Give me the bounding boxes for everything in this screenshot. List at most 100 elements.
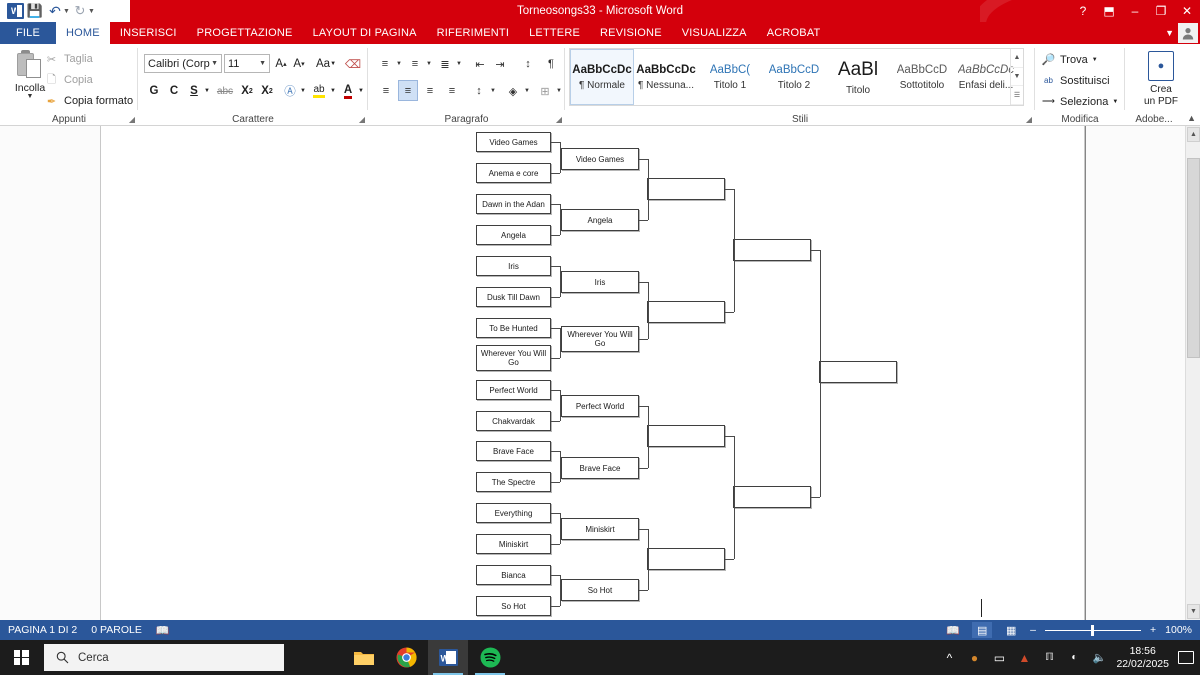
shrink-font-button[interactable]: A ▾ bbox=[290, 54, 308, 74]
print-layout-button[interactable]: ▤ bbox=[972, 622, 993, 638]
line-spacing-button[interactable]: ↕ bbox=[470, 81, 488, 101]
bullets-button[interactable]: ≡ bbox=[376, 54, 394, 74]
collapse-ribbon-button[interactable]: ▲ bbox=[1187, 113, 1196, 123]
ribbon-tab-acrobat[interactable]: ACROBAT bbox=[757, 22, 831, 44]
clipboard-dialog-launcher[interactable]: ◢ bbox=[129, 115, 135, 124]
bracket-box-round1-7[interactable]: Wherever You Will Go bbox=[476, 345, 551, 371]
borders-caret[interactable]: ▼ bbox=[554, 81, 564, 101]
spotify-icon[interactable] bbox=[470, 640, 510, 675]
bracket-box-round3-2[interactable] bbox=[647, 425, 725, 447]
bracket-box-round1-12[interactable]: Everything bbox=[476, 503, 551, 523]
bracket-box-round1-8[interactable]: Perfect World bbox=[476, 380, 551, 400]
ribbon-tab-lettere[interactable]: LETTERE bbox=[519, 22, 590, 44]
bold-button[interactable]: G bbox=[146, 81, 162, 101]
adobe-icon[interactable]: ▲ bbox=[1016, 650, 1032, 666]
zoom-slider[interactable] bbox=[1045, 623, 1141, 637]
show-hidden-icons-chevron[interactable]: ^ bbox=[941, 650, 957, 666]
bracket-box-round2-6[interactable]: Miniskirt bbox=[561, 518, 639, 540]
zoom-out-button[interactable]: – bbox=[1030, 624, 1036, 636]
highlight-color-button[interactable]: ab bbox=[310, 81, 328, 101]
bullets-caret[interactable]: ▼ bbox=[394, 54, 404, 74]
ribbon-tab-visualizza[interactable]: VISUALIZZA bbox=[672, 22, 757, 44]
bracket-box-round1-4[interactable]: Iris bbox=[476, 256, 551, 276]
strikethrough-button[interactable]: abc bbox=[214, 81, 236, 101]
account-avatar[interactable] bbox=[1178, 23, 1198, 43]
sort-button[interactable]: ↕ bbox=[518, 54, 538, 74]
vertical-scrollbar[interactable]: ▲ ▼ bbox=[1185, 126, 1200, 620]
bracket-box-round1-14[interactable]: Bianca bbox=[476, 565, 551, 585]
bracket-box-round4-0[interactable] bbox=[733, 239, 811, 261]
styles-gallery-scroll[interactable]: ▲ ▼ ☰ bbox=[1010, 49, 1023, 106]
bracket-box-round3-3[interactable] bbox=[647, 548, 725, 570]
bracket-box-round1-15[interactable]: So Hot bbox=[476, 596, 551, 616]
page-number-status[interactable]: PAGINA 1 DI 2 bbox=[8, 624, 77, 636]
scroll-up-button[interactable]: ▲ bbox=[1187, 127, 1200, 142]
start-button[interactable] bbox=[0, 640, 42, 675]
web-layout-button[interactable]: ▦ bbox=[1001, 622, 1021, 638]
bracket-box-round1-6[interactable]: To Be Hunted bbox=[476, 318, 551, 338]
align-left-button[interactable]: ≡ bbox=[376, 81, 396, 101]
bracket-box-round1-11[interactable]: The Spectre bbox=[476, 472, 551, 492]
restore-button[interactable]: ❐ bbox=[1148, 0, 1174, 22]
bracket-box-round2-2[interactable]: Iris bbox=[561, 271, 639, 293]
camera-icon[interactable]: ▭ bbox=[991, 650, 1007, 666]
bracket-box-round1-0[interactable]: Video Games bbox=[476, 132, 551, 152]
bracket-box-round1-5[interactable]: Dusk Till Dawn bbox=[476, 287, 551, 307]
show-formatting-marks-button[interactable]: ¶ bbox=[542, 54, 560, 74]
underline-button[interactable]: S bbox=[186, 81, 202, 101]
superscript-button[interactable]: X2 bbox=[258, 81, 276, 101]
style-item-0[interactable]: AaBbCcDc ¶ Normale bbox=[570, 49, 634, 105]
microsoft-word-icon[interactable]: W bbox=[428, 640, 468, 675]
styles-dialog-launcher[interactable]: ◢ bbox=[1026, 115, 1032, 124]
ribbon-tab-home[interactable]: HOME bbox=[56, 22, 110, 44]
ribbon-tab-revisione[interactable]: REVISIONE bbox=[590, 22, 672, 44]
collapse-ribbon-caret[interactable]: ▼ bbox=[1165, 28, 1174, 38]
bracket-box-round1-1[interactable]: Anema e core bbox=[476, 163, 551, 183]
text-effects-button[interactable]: Ⓐ bbox=[282, 81, 298, 101]
zoom-in-button[interactable]: + bbox=[1150, 624, 1156, 636]
style-item-5[interactable]: AaBbCcD Sottotitolo bbox=[890, 49, 954, 105]
shading-caret[interactable]: ▼ bbox=[522, 81, 532, 101]
bracket-box-round2-3[interactable]: Wherever You Will Go bbox=[561, 326, 639, 352]
styles-more-button[interactable]: ☰ bbox=[1011, 86, 1023, 106]
borders-button[interactable]: ⊞ bbox=[536, 81, 554, 101]
copy-button[interactable]: 🗋 Copia bbox=[44, 71, 93, 89]
font-name-input[interactable]: Calibri (Corp ▼ bbox=[144, 54, 222, 73]
style-item-6[interactable]: AaBbCcDc Enfasi deli... bbox=[954, 49, 1018, 105]
ribbon-tab-layout-di-pagina[interactable]: LAYOUT DI PAGINA bbox=[303, 22, 427, 44]
font-color-button[interactable]: A bbox=[340, 81, 356, 101]
scroll-down-button[interactable]: ▼ bbox=[1187, 604, 1200, 619]
keyboard-icon[interactable]: ℿ bbox=[1041, 650, 1057, 666]
paragraph-dialog-launcher[interactable]: ◢ bbox=[556, 115, 562, 124]
bracket-box-round2-0[interactable]: Video Games bbox=[561, 148, 639, 170]
numbering-caret[interactable]: ▼ bbox=[424, 54, 434, 74]
text-effects-caret[interactable]: ▼ bbox=[298, 81, 308, 101]
font-size-caret[interactable]: ▼ bbox=[259, 60, 269, 67]
taskbar-clock[interactable]: 18:56 22/02/2025 bbox=[1116, 645, 1169, 670]
style-item-4[interactable]: AaBl Titolo bbox=[826, 49, 890, 105]
style-item-2[interactable]: AaBbC(Titolo 1 bbox=[698, 49, 762, 105]
font-name-caret[interactable]: ▼ bbox=[211, 60, 221, 67]
help-button[interactable]: ? bbox=[1070, 0, 1096, 22]
notifications-icon[interactable] bbox=[1178, 651, 1194, 664]
bracket-box-round2-5[interactable]: Brave Face bbox=[561, 457, 639, 479]
bracket-box-round4-1[interactable] bbox=[733, 486, 811, 508]
paste-dropdown-caret[interactable]: ▼ bbox=[27, 93, 34, 100]
highlight-color-caret[interactable]: ▼ bbox=[328, 81, 338, 101]
read-mode-button[interactable]: 📖 bbox=[943, 622, 963, 638]
taskbar-search-input[interactable]: Cerca bbox=[44, 644, 284, 671]
font-dialog-launcher[interactable]: ◢ bbox=[359, 115, 365, 124]
ribbon-display-options-button[interactable]: ⬒ bbox=[1096, 0, 1122, 22]
shading-button[interactable]: ◈ bbox=[504, 81, 522, 101]
decrease-indent-button[interactable]: ⇤ bbox=[470, 54, 490, 74]
bracket-box-final-0[interactable] bbox=[819, 361, 897, 383]
styles-scroll-up[interactable]: ▲ bbox=[1011, 49, 1023, 68]
proofing-errors-icon[interactable]: 📖 bbox=[156, 624, 170, 637]
bracket-box-round1-10[interactable]: Brave Face bbox=[476, 441, 551, 461]
google-chrome-icon[interactable] bbox=[386, 640, 426, 675]
multilevel-list-caret[interactable]: ▼ bbox=[454, 54, 464, 74]
bracket-box-round1-2[interactable]: Dawn in the Adan bbox=[476, 194, 551, 214]
document-page[interactable]: Video Games Anema e core Dawn in the Adan A… bbox=[100, 126, 1085, 620]
subscript-button[interactable]: X2 bbox=[238, 81, 256, 101]
styles-scroll-down[interactable]: ▼ bbox=[1011, 68, 1023, 87]
